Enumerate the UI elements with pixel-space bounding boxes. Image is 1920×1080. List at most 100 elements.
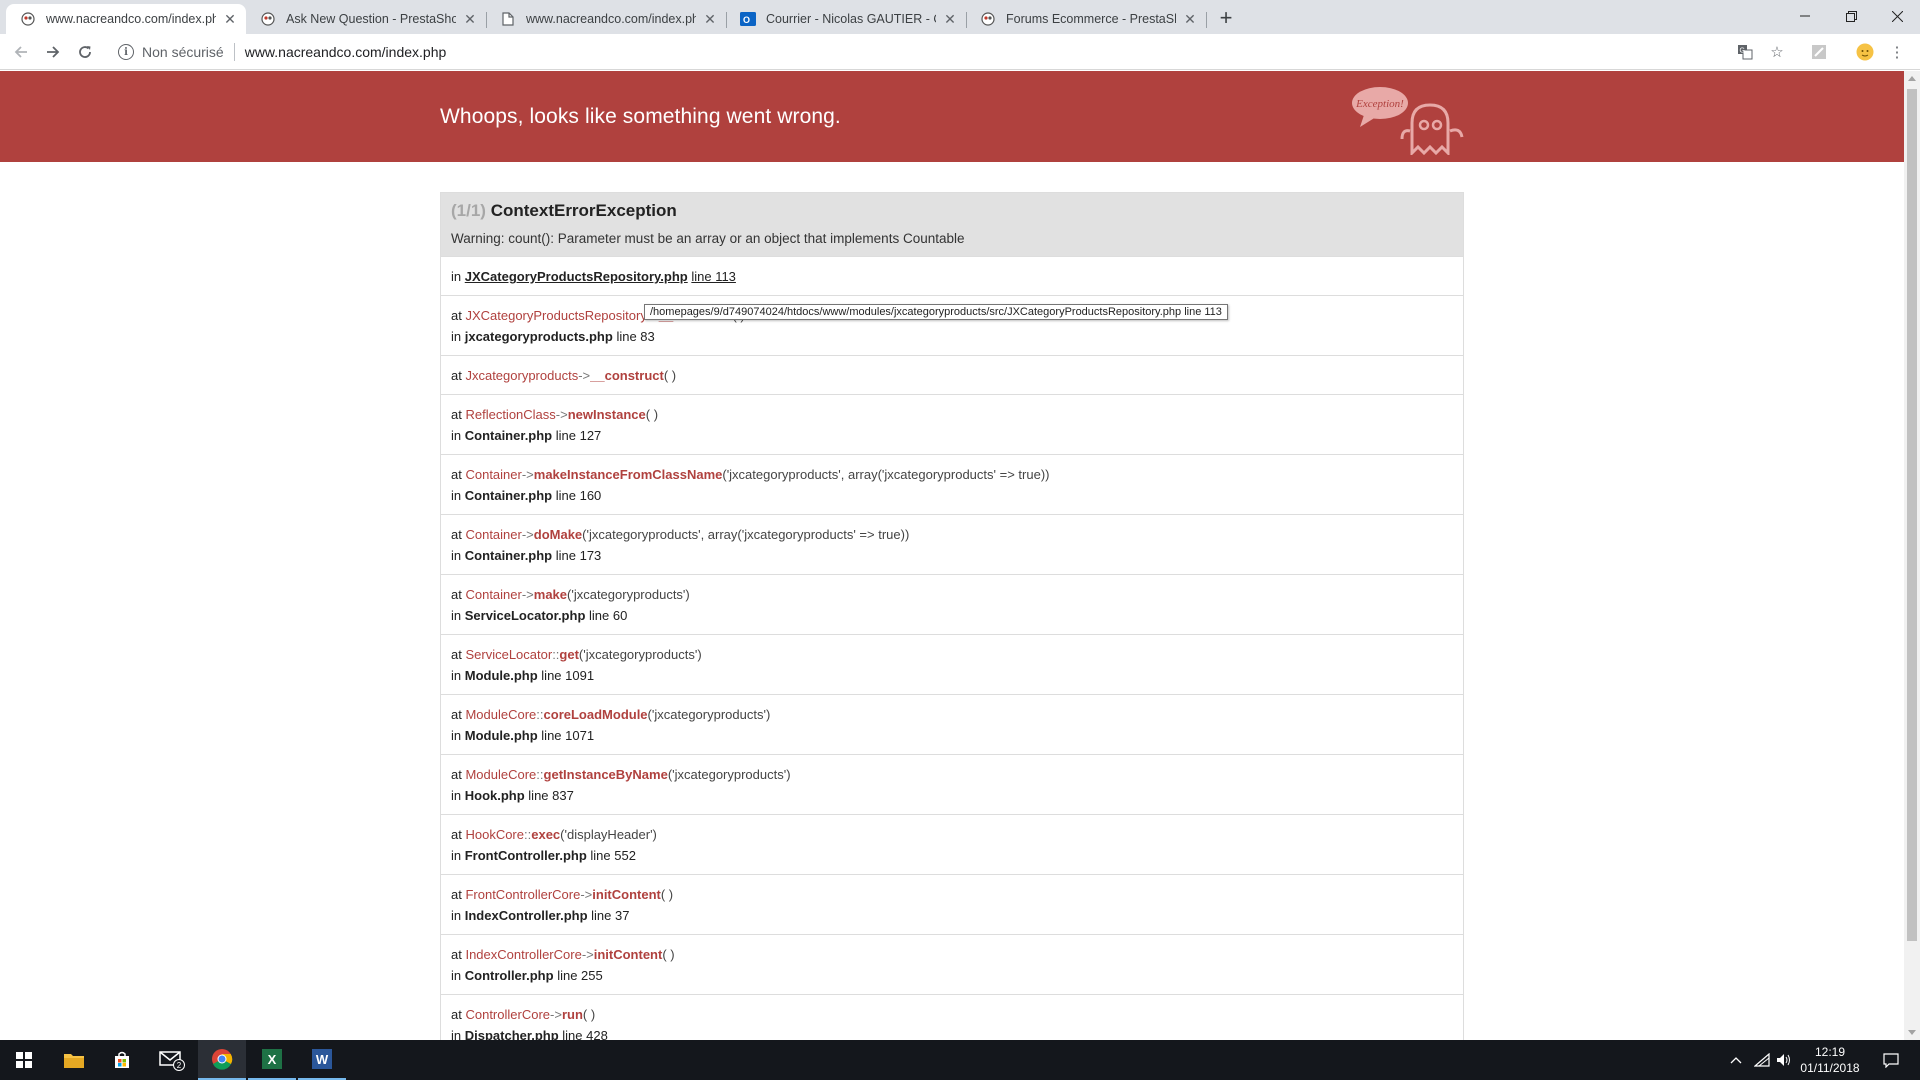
trace-function[interactable]: exec (531, 827, 560, 842)
tab-forums-ecommerce[interactable]: Forums Ecommerce - PrestaShop ✕ (966, 4, 1206, 34)
trace-class[interactable]: ControllerCore (465, 1007, 550, 1022)
trace-function[interactable]: doMake (534, 527, 582, 542)
clock-date: 01/11/2018 (1800, 1061, 1860, 1075)
tab-nacreandco-active[interactable]: www.nacreandco.com/index.php ✕ (6, 4, 246, 34)
network-icon[interactable] (1752, 1040, 1772, 1080)
trace-function[interactable]: initContent (592, 887, 661, 902)
exception-line-link[interactable]: line 113 (691, 269, 736, 284)
trace-function[interactable]: newInstance (568, 407, 646, 422)
trace-function[interactable]: get (559, 647, 579, 662)
tab-separator (1206, 12, 1207, 28)
close-tab-icon[interactable]: ✕ (942, 11, 958, 27)
trace-file[interactable]: Container.php (465, 488, 552, 503)
trace-file[interactable]: Module.php (465, 728, 538, 743)
trace-class[interactable]: ModuleCore (465, 707, 536, 722)
trace-file[interactable]: Hook.php (465, 788, 525, 803)
trace-class[interactable]: ServiceLocator (465, 647, 552, 662)
trace-class[interactable]: IndexControllerCore (465, 947, 581, 962)
chrome-icon[interactable] (198, 1040, 246, 1080)
trace-class[interactable]: FrontControllerCore (465, 887, 580, 902)
tab-outlook-mail[interactable]: O Courrier - Nicolas GAUTIER - Out ✕ (726, 4, 966, 34)
tab-ask-question[interactable]: Ask New Question - PrestaShop ✕ (246, 4, 486, 34)
trace-class[interactable]: HookCore (465, 827, 524, 842)
trace-line: line 837 (528, 788, 574, 803)
trace-call: at Container->makeInstanceFromClassName(… (451, 467, 1050, 482)
trace-function[interactable]: __construct (590, 368, 664, 383)
reload-button[interactable] (72, 40, 98, 64)
trace-separator: -> (521, 527, 534, 542)
trace-function[interactable]: run (562, 1007, 583, 1022)
trace-row: at FrontControllerCore->initContent( ) in… (441, 875, 1463, 935)
trace-file[interactable]: jxcategoryproducts.php (465, 329, 613, 344)
trace-function[interactable]: coreLoadModule (544, 707, 648, 722)
menu-kebab-icon[interactable]: ⋮ (1886, 42, 1908, 62)
trace-file[interactable]: IndexController.php (465, 908, 588, 923)
scroll-up-arrow[interactable] (1908, 76, 1916, 81)
trace-line: line 160 (555, 488, 602, 503)
trace-function[interactable]: makeInstanceFromClassName (534, 467, 723, 482)
close-tab-icon[interactable]: ✕ (1182, 11, 1198, 27)
forward-button[interactable] (40, 40, 66, 64)
chevron-up-icon[interactable] (1726, 1040, 1746, 1080)
trace-class[interactable]: ModuleCore (465, 767, 536, 782)
trace-separator: -> (578, 368, 591, 383)
trace-call: at ServiceLocator::get('jxcategoryproduc… (451, 647, 702, 662)
profile-avatar-icon[interactable] (1854, 42, 1876, 62)
trace-file[interactable]: Container.php (465, 548, 552, 563)
scroll-down-arrow[interactable] (1908, 1030, 1916, 1035)
trace-class[interactable]: Container (465, 467, 521, 482)
trace-file[interactable]: Controller.php (465, 968, 554, 983)
trace-row: at ReflectionClass->newInstance( ) in Con… (441, 395, 1463, 455)
trace-class[interactable]: ReflectionClass (465, 407, 555, 422)
mail-icon[interactable]: 2 (148, 1040, 196, 1080)
close-tab-icon[interactable]: ✕ (702, 11, 718, 27)
trace-function[interactable]: make (534, 587, 567, 602)
prestashop-favicon (980, 11, 996, 27)
trace-file[interactable]: Container.php (465, 428, 552, 443)
excel-icon[interactable]: X (248, 1040, 296, 1080)
back-button[interactable] (8, 40, 34, 64)
tab-title: Ask New Question - PrestaShop (286, 12, 456, 26)
trace-line: line 60 (589, 608, 628, 623)
file-explorer-icon[interactable] (50, 1040, 98, 1080)
trace-file[interactable]: Module.php (465, 668, 538, 683)
new-tab-button[interactable]: + (1214, 7, 1238, 31)
security-label[interactable]: Non sécurisé (142, 44, 224, 60)
trace-line: line 83 (616, 329, 655, 344)
vertical-scrollbar[interactable] (1904, 71, 1920, 1040)
trace-function[interactable]: initContent (594, 947, 663, 962)
notification-center-icon[interactable] (1876, 1040, 1906, 1080)
trace-class[interactable]: Container (465, 527, 521, 542)
word-icon[interactable]: W (298, 1040, 346, 1080)
trace-call: at Container->doMake('jxcategoryproducts… (451, 527, 910, 542)
trace-class[interactable]: JXCategoryProductsRepository (465, 308, 646, 323)
close-tab-icon[interactable]: ✕ (462, 11, 478, 27)
exception-file-link[interactable]: JXCategoryProductsRepository.php (465, 269, 688, 284)
info-icon[interactable]: i (118, 44, 134, 60)
store-icon[interactable] (98, 1040, 146, 1080)
trace-class[interactable]: Jxcategoryproducts (465, 368, 578, 383)
tab-strip: www.nacreandco.com/index.php ✕ Ask New Q… (0, 0, 1920, 34)
trace-class[interactable]: Container (465, 587, 521, 602)
windows-start-icon[interactable] (0, 1040, 48, 1080)
scrollbar-thumb[interactable] (1907, 89, 1917, 941)
minimize-button[interactable] (1782, 0, 1828, 32)
url-text[interactable]: www.nacreandco.com/index.php (245, 44, 447, 60)
trace-file[interactable]: ServiceLocator.php (465, 608, 586, 623)
system-clock[interactable]: 12:19 01/11/2018 (1790, 1044, 1870, 1076)
divider (233, 43, 235, 61)
trace-row: at ControllerCore->run( ) in Dispatcher.p… (441, 995, 1463, 1040)
restore-button[interactable] (1828, 0, 1874, 32)
trace-function[interactable]: getInstanceByName (544, 767, 668, 782)
extension-icon[interactable] (1808, 42, 1830, 62)
translate-icon[interactable]: G (1734, 42, 1756, 62)
error-header: Whoops, looks like something went wrong.… (0, 71, 1904, 162)
close-window-button[interactable] (1874, 0, 1920, 32)
address-bar[interactable]: i Non sécurisé www.nacreandco.com/index.… (108, 38, 1788, 66)
close-tab-icon[interactable]: ✕ (222, 11, 238, 27)
trace-call: at ModuleCore::getInstanceByName('jxcate… (451, 767, 791, 782)
tab-nacreandco-2[interactable]: www.nacreandco.com/index.php ✕ (486, 4, 726, 34)
bookmark-star-icon[interactable]: ☆ (1766, 42, 1788, 62)
trace-file[interactable]: FrontController.php (465, 848, 587, 863)
trace-file[interactable]: Dispatcher.php (465, 1028, 559, 1040)
